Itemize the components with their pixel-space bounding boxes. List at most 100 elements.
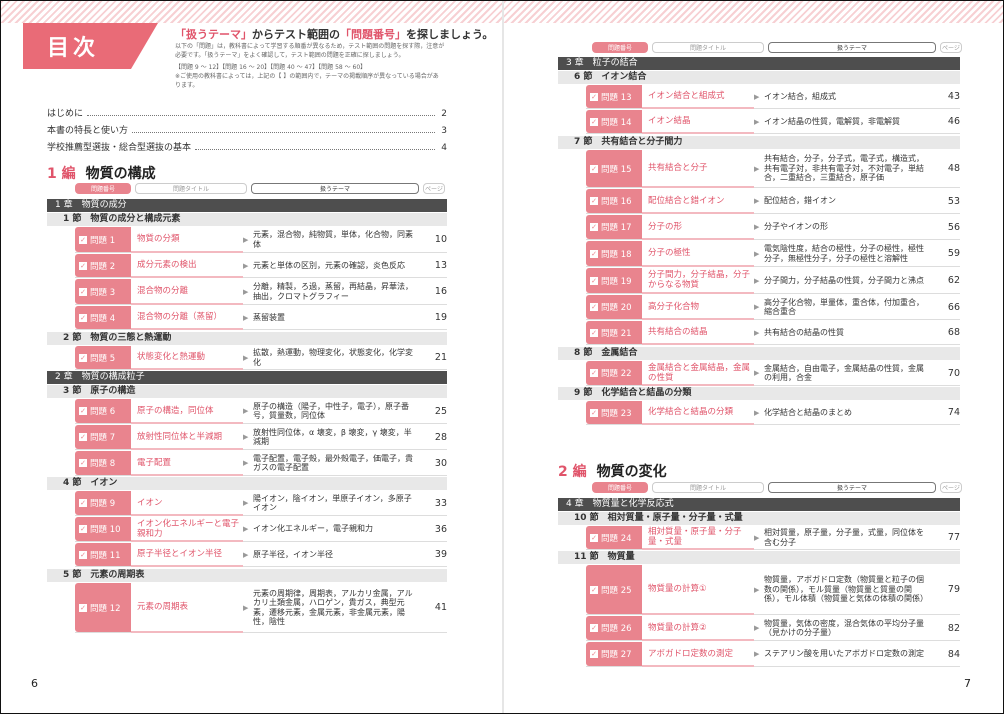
toc-spread: 目次 「扱うテーマ」からテスト範囲の「問題番号」を探しましょう。 以下の「問題」… — [0, 0, 1004, 714]
problem-row[interactable]: ✓ 問題 26 物質量の計算② ▶ 物質量，気体の密度，混合気体の平均分子量（見かけの分… — [586, 616, 960, 641]
problem-row[interactable]: ✓ 問題 9 イオン ▶ 陽イオン，陰イオン，単原子イオン，多原子イオン 33 — [75, 491, 447, 516]
check-icon[interactable]: ✓ — [590, 276, 598, 285]
section-header: 3 節 原子の構造 — [47, 385, 447, 398]
contents-title: 目次 — [47, 36, 100, 61]
check-icon[interactable]: ✓ — [590, 92, 598, 101]
page-number: 6 — [31, 677, 38, 690]
check-icon[interactable]: ✓ — [79, 287, 87, 296]
check-icon[interactable]: ✓ — [79, 499, 87, 507]
triangle-icon: ▶ — [243, 261, 249, 270]
check-icon[interactable]: ✓ — [79, 313, 87, 322]
chapter-header: 2 章 物質の構成粒子 — [47, 371, 447, 384]
check-icon[interactable]: ✓ — [79, 353, 87, 362]
section-header: 10 節 相対質量・原子量・分子量・式量 — [558, 512, 960, 525]
triangle-icon: ▶ — [754, 276, 760, 285]
check-icon[interactable]: ✓ — [79, 459, 87, 467]
header-stripe — [1, 1, 502, 23]
check-icon[interactable]: ✓ — [590, 533, 598, 542]
check-icon[interactable]: ✓ — [79, 433, 87, 441]
problem-row[interactable]: ✓ 問題 6 原子の構造，同位体 ▶ 原子の構造（陽子，中性子，電子），原子番号，質量数… — [75, 399, 447, 424]
section-header: 11 節 物質量 — [558, 551, 960, 564]
triangle-icon: ▶ — [754, 223, 760, 231]
triangle-icon: ▶ — [754, 197, 760, 205]
check-icon[interactable]: ✓ — [590, 164, 598, 173]
problem-row[interactable]: ✓ 問題 1 物質の分類 ▶ 元素，混合物，純物質，単体，化合物，同素体 10 — [75, 227, 447, 253]
check-icon[interactable]: ✓ — [590, 117, 598, 126]
check-icon[interactable]: ✓ — [79, 235, 87, 244]
section-header: 8 節 金属結合 — [558, 347, 960, 360]
check-icon[interactable]: ✓ — [590, 197, 598, 205]
check-icon[interactable]: ✓ — [79, 407, 87, 415]
problem-row[interactable]: ✓ 問題 16 配位結合と錯イオン ▶ 配位結合，錯イオン 53 — [586, 189, 960, 214]
problem-row[interactable]: ✓ 問題 7 放射性同位体と半減期 ▶ 放射性同位体，α 壊変，β 壊変，γ 壊変，半減… — [75, 425, 447, 450]
check-icon[interactable]: ✓ — [79, 603, 87, 612]
problem-row[interactable]: ✓ 問題 10 イオン化エネルギーと電子親和力 ▶ イオン化エネルギー，電子親和力 36 — [75, 517, 447, 542]
right-page: 問題番号 問題タイトル 扱うテーマ ページ 3 章 粒子の結合 6 節 イオン結合 ✓… — [504, 1, 1003, 713]
problem-row[interactable]: ✓ 問題 15 共有結合と分子 ▶ 共有結合，分子，分子式，電子式，構造式，共有電子対，… — [586, 150, 960, 188]
problem-row[interactable]: ✓ 問題 12 元素の周期表 ▶ 元素の周期律，周期表，アルカリ金属，アルカリ土類金属，… — [75, 583, 447, 633]
triangle-icon: ▶ — [243, 287, 249, 296]
triangle-icon: ▶ — [243, 603, 249, 612]
toc-entry[interactable]: 本書の特長と使い方 3 — [47, 122, 447, 136]
problem-row[interactable]: ✓ 問題 3 混合物の分離 ▶ 分離，精製，ろ過，蒸留，再結晶，昇華法，抽出，クロマトグ… — [75, 279, 447, 305]
section-header: 4 節 イオン — [47, 477, 447, 490]
problem-row[interactable]: ✓ 問題 27 アボガドロ定数の測定 ▶ ステアリン酸を用いたアボガドロ定数の測定 84 — [586, 642, 960, 667]
check-icon[interactable]: ✓ — [79, 261, 87, 270]
toc-entry[interactable]: はじめに 2 — [47, 105, 447, 119]
triangle-icon: ▶ — [243, 313, 249, 322]
problem-row[interactable]: ✓ 問題 2 成分元素の検出 ▶ 元素と単体の区別，元素の確認，炎色反応 13 — [75, 254, 447, 278]
triangle-icon: ▶ — [754, 650, 760, 658]
part-heading: 1 編物質の構成 — [47, 166, 156, 182]
problem-row[interactable]: ✓ 問題 4 混合物の分離（蒸留） ▶ 蒸留装置 19 — [75, 306, 447, 330]
problem-row[interactable]: ✓ 問題 24 相対質量・原子量・分子量・式量 ▶ 相対質量，原子量，分子量，式量，同位… — [586, 526, 960, 550]
problem-row[interactable]: ✓ 問題 8 電子配置 ▶ 電子配置，電子殻，最外殻電子，価電子，貴ガスの電子配置 30 — [75, 451, 447, 476]
instruction-heading: 「扱うテーマ」からテスト範囲の「問題番号」を探しましょう。 — [175, 28, 494, 41]
triangle-icon: ▶ — [243, 459, 249, 467]
section-header: 6 節 イオン結合 — [558, 71, 960, 84]
check-icon[interactable]: ✓ — [590, 249, 598, 258]
triangle-icon: ▶ — [754, 585, 760, 594]
section-header: 5 節 元素の周期表 — [47, 569, 447, 582]
note-line: 必要です。「扱うテーマ」をよく確認して，テスト範囲の問題を正確に探しましょう。 — [175, 52, 405, 59]
problem-row[interactable]: ✓ 問題 25 物質量の計算① ▶ 物質量，アボガドロ定数（物質量と粒子の個数の関係），… — [586, 565, 960, 615]
check-icon[interactable]: ✓ — [590, 585, 598, 594]
problem-row[interactable]: ✓ 問題 19 分子間力，分子結晶，分子からなる物質 ▶ 分子間力，分子結晶の性質，分子… — [586, 268, 960, 294]
triangle-icon: ▶ — [754, 249, 760, 258]
problem-row[interactable]: ✓ 問題 20 高分子化合物 ▶ 高分子化合物，単量体，重合体，付加重合，縮合重合 66 — [586, 295, 960, 320]
check-icon[interactable]: ✓ — [590, 328, 598, 337]
triangle-icon: ▶ — [243, 550, 249, 559]
note-line: 【問題 9 ～ 12】【問題 16 ～ 20】【問題 40 ～ 47】【問題 5… — [175, 64, 367, 71]
problem-row[interactable]: ✓ 問題 14 イオン結晶 ▶ イオン結晶の性質，電解質，非電解質 46 — [586, 110, 960, 134]
check-icon[interactable]: ✓ — [590, 223, 598, 231]
triangle-icon: ▶ — [754, 92, 760, 101]
problem-row[interactable]: ✓ 問題 18 分子の極性 ▶ 電気陰性度，結合の極性，分子の極性，極性分子，無極性分子… — [586, 241, 960, 267]
check-icon[interactable]: ✓ — [79, 550, 87, 559]
note-line: ります。 — [175, 82, 199, 89]
check-icon[interactable]: ✓ — [590, 650, 598, 658]
problem-row[interactable]: ✓ 問題 17 分子の形 ▶ 分子やイオンの形 56 — [586, 215, 960, 240]
section-header: 1 節 物質の成分と構成元素 — [47, 213, 447, 226]
check-icon[interactable]: ✓ — [590, 624, 598, 632]
check-icon[interactable]: ✓ — [79, 525, 87, 533]
problem-row[interactable]: ✓ 問題 22 金属結合と金属結晶，金属の性質 ▶ 金属結合，自由電子，金属結晶の性質，… — [586, 361, 960, 386]
chapter-header: 4 章 物質量と化学反応式 — [558, 498, 960, 511]
problem-row[interactable]: ✓ 問題 5 状態変化と熱運動 ▶ 拡散，熱運動，物理変化，状態変化，化学変化 21 — [75, 346, 447, 370]
section-header: 7 節 共有結合と分子間力 — [558, 136, 960, 149]
page-number: 7 — [964, 677, 971, 690]
problem-row[interactable]: ✓ 問題 23 化学結合と結晶の分類 ▶ 化学結合と結晶のまとめ 74 — [586, 401, 960, 425]
section-header: 2 節 物質の三態と熱運動 — [47, 332, 447, 345]
problem-row[interactable]: ✓ 問題 11 原子半径とイオン半径 ▶ 原子半径，イオン半径 39 — [75, 543, 447, 567]
toc-entry[interactable]: 学校推薦型選抜・総合型選抜の基本 4 — [47, 139, 447, 153]
triangle-icon: ▶ — [243, 525, 249, 533]
triangle-icon: ▶ — [243, 407, 249, 415]
note-line: 以下の「問題」は，教科書によって学習する順番が異なるため，テスト範囲の問題を探す… — [175, 43, 445, 50]
triangle-icon: ▶ — [243, 433, 249, 441]
check-icon[interactable]: ✓ — [590, 408, 598, 417]
triangle-icon: ▶ — [754, 164, 760, 173]
problem-row[interactable]: ✓ 問題 21 共有結合の結晶 ▶ 共有結合の結晶の性質 68 — [586, 321, 960, 345]
note-line: ※ご使用の教科書によっては，上記の【 】の範囲内で，テーマの掲載順序が異なってい… — [175, 73, 439, 80]
check-icon[interactable]: ✓ — [590, 369, 598, 377]
problem-row[interactable]: ✓ 問題 13 イオン結合と組成式 ▶ イオン結合，組成式 43 — [586, 85, 960, 109]
triangle-icon: ▶ — [754, 533, 760, 542]
check-icon[interactable]: ✓ — [590, 303, 598, 311]
